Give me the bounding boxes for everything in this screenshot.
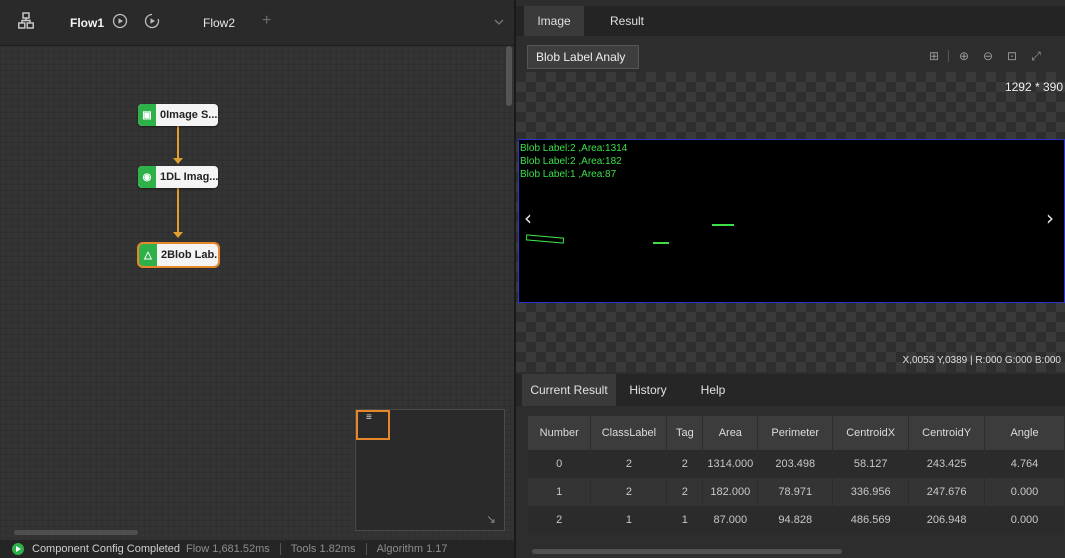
- table-cell: 336.956: [832, 478, 910, 506]
- overlay-text: Blob Label:1 ,Area:87: [520, 169, 617, 180]
- tab-help[interactable]: Help: [688, 374, 738, 406]
- table-cell: 486.569: [832, 506, 910, 534]
- table-cell: 4.764: [984, 450, 1065, 478]
- node-label: 0Image S...: [160, 109, 218, 121]
- flow-node-image-source[interactable]: ▣ 0Image S...: [138, 104, 218, 126]
- zoom-in-icon[interactable]: ⊕: [956, 48, 972, 64]
- flow-time: Flow 1,681.52ms: [185, 543, 270, 555]
- blob-label-icon: △: [139, 244, 157, 266]
- column-header[interactable]: ClassLabel: [590, 416, 668, 450]
- table-cell: 1: [666, 506, 704, 534]
- table-horizontal-scrollbar[interactable]: [532, 549, 842, 554]
- flow-arrow-icon: [173, 158, 183, 164]
- overlay-text: Blob Label:2 ,Area:182: [520, 156, 622, 167]
- flow-connector: [177, 126, 179, 160]
- table-row[interactable]: 1 2 2 182.000 78.971 336.956 247.676 0.0…: [528, 478, 1065, 506]
- tab-image[interactable]: Image: [524, 6, 584, 36]
- node-label: 1DL Imag...: [160, 171, 218, 183]
- minimap-viewport[interactable]: ≡: [356, 410, 390, 440]
- view-tabs: Image Result: [516, 6, 1065, 36]
- divider: [948, 50, 949, 62]
- display-module-dropdown[interactable]: Blob Label Analy: [527, 45, 639, 69]
- table-cell: 2: [590, 450, 668, 478]
- blob-outline: [712, 224, 734, 226]
- table-header-row: Number ClassLabel Tag Area Perimeter Cen…: [528, 416, 1065, 450]
- column-header[interactable]: Area: [702, 416, 759, 450]
- table-cell: 1: [590, 506, 668, 534]
- status-message: Component Config Completed: [32, 543, 180, 555]
- crosshair-icon[interactable]: ⊞: [926, 48, 942, 64]
- overlay-text: Blob Label:2 ,Area:1314: [520, 143, 628, 154]
- previous-image-icon[interactable]: ‹: [524, 206, 532, 230]
- table-cell: 0: [528, 450, 592, 478]
- table-cell: 203.498: [757, 450, 834, 478]
- flow-node-dl-image[interactable]: ◉ 1DL Imag...: [138, 166, 218, 188]
- table-cell: 243.425: [908, 450, 986, 478]
- image-source-icon: ▣: [138, 104, 156, 126]
- deep-learning-icon: ◉: [138, 166, 156, 188]
- run-loop-icon[interactable]: [144, 13, 160, 32]
- run-status-icon: [12, 543, 24, 555]
- next-image-icon[interactable]: ›: [1046, 206, 1054, 230]
- image-size-label: 1292 * 390: [1004, 80, 1063, 94]
- table-cell: 94.828: [757, 506, 834, 534]
- table-cell: 78.971: [757, 478, 834, 506]
- divider: [279, 543, 281, 555]
- tab-flow1[interactable]: Flow1: [70, 16, 104, 30]
- add-flow-icon[interactable]: +: [262, 12, 271, 30]
- minimap-collapse-icon[interactable]: ↘: [486, 512, 496, 526]
- pixel-info: X,0053 Y,0389 | R:000 G:000 B:000: [902, 355, 1061, 366]
- results-table: Number ClassLabel Tag Area Perimeter Cen…: [528, 416, 1065, 542]
- column-header[interactable]: CentroidX: [832, 416, 910, 450]
- table-cell: 1314.000: [702, 450, 759, 478]
- blob-outline: [653, 242, 669, 244]
- table-cell: 2: [666, 478, 704, 506]
- table-cell: 87.000: [702, 506, 759, 534]
- flow-node-blob-label[interactable]: △ 2Blob Lab...: [137, 242, 220, 268]
- table-cell: 206.948: [908, 506, 986, 534]
- column-header[interactable]: CentroidY: [908, 416, 986, 450]
- divider: [365, 543, 367, 555]
- table-cell: 0.000: [984, 506, 1065, 534]
- column-header[interactable]: Angle: [984, 416, 1065, 450]
- tab-current-result[interactable]: Current Result: [522, 374, 616, 406]
- table-row[interactable]: 2 1 1 87.000 94.828 486.569 206.948 0.00…: [528, 506, 1065, 534]
- column-header[interactable]: Perimeter: [757, 416, 834, 450]
- flow-tree-icon[interactable]: [18, 12, 34, 30]
- table-cell: 0.000: [984, 478, 1065, 506]
- flow-toolbar: Flow1 Flow2 +: [0, 0, 514, 46]
- tools-time: Tools 1.82ms: [290, 543, 356, 555]
- canvas-vertical-scrollbar[interactable]: [506, 46, 512, 106]
- table-cell: 2: [666, 450, 704, 478]
- algorithm-time: Algorithm 1.17: [376, 543, 448, 555]
- table-cell: 247.676: [908, 478, 986, 506]
- node-label: 2Blob Lab...: [161, 249, 218, 261]
- flow-arrow-icon: [173, 232, 183, 238]
- minimap-nodes-icon: ≡: [366, 412, 372, 423]
- column-header[interactable]: Number: [528, 416, 592, 450]
- tab-flow2[interactable]: Flow2: [203, 16, 235, 30]
- zoom-out-icon[interactable]: ⊖: [980, 48, 996, 64]
- table-cell: 2: [528, 506, 592, 534]
- table-cell: 182.000: [702, 478, 759, 506]
- run-once-icon[interactable]: [112, 13, 128, 32]
- status-bar: Component Config Completed Flow 1,681.52…: [0, 540, 514, 558]
- column-header[interactable]: Tag: [666, 416, 704, 450]
- tab-result[interactable]: Result: [594, 6, 660, 36]
- table-cell: 2: [590, 478, 668, 506]
- fit-window-icon[interactable]: ⤢: [1028, 48, 1044, 64]
- table-row[interactable]: 0 2 2 1314.000 203.498 58.127 243.425 4.…: [528, 450, 1065, 478]
- chevron-down-icon[interactable]: [494, 15, 504, 29]
- table-cell: 58.127: [832, 450, 910, 478]
- table-cell: 1: [528, 478, 592, 506]
- flow-connector: [177, 188, 179, 234]
- actual-size-icon[interactable]: ⊡: [1004, 48, 1020, 64]
- canvas-horizontal-scrollbar[interactable]: [14, 530, 138, 535]
- tab-history[interactable]: History: [618, 374, 678, 406]
